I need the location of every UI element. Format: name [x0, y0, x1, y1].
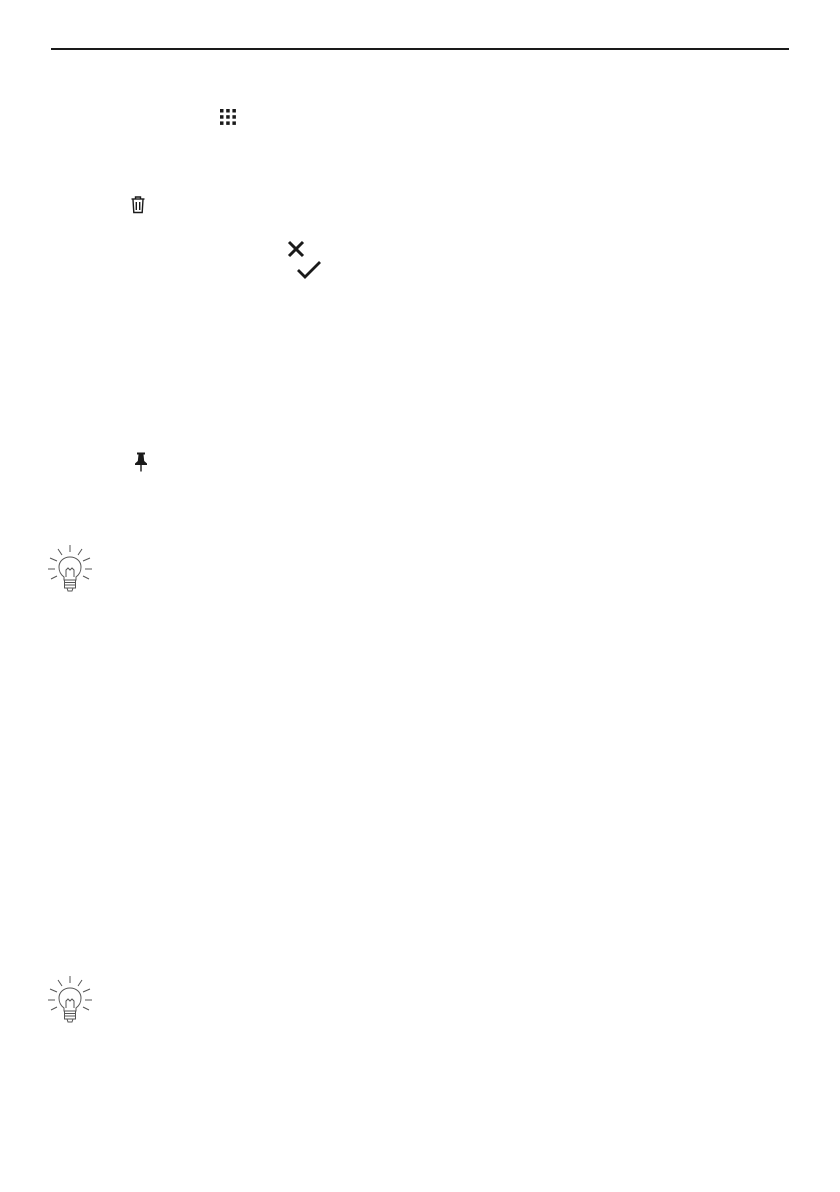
- lightbulb-tip-icon: [47, 975, 93, 1025]
- lightbulb-tip-icon: [47, 544, 93, 594]
- pin-icon: [134, 452, 148, 472]
- check-icon: [296, 260, 322, 280]
- apps-grid-icon: [219, 108, 237, 126]
- trash-icon: [130, 196, 146, 214]
- close-icon: [287, 240, 305, 258]
- header-divider: [51, 48, 789, 50]
